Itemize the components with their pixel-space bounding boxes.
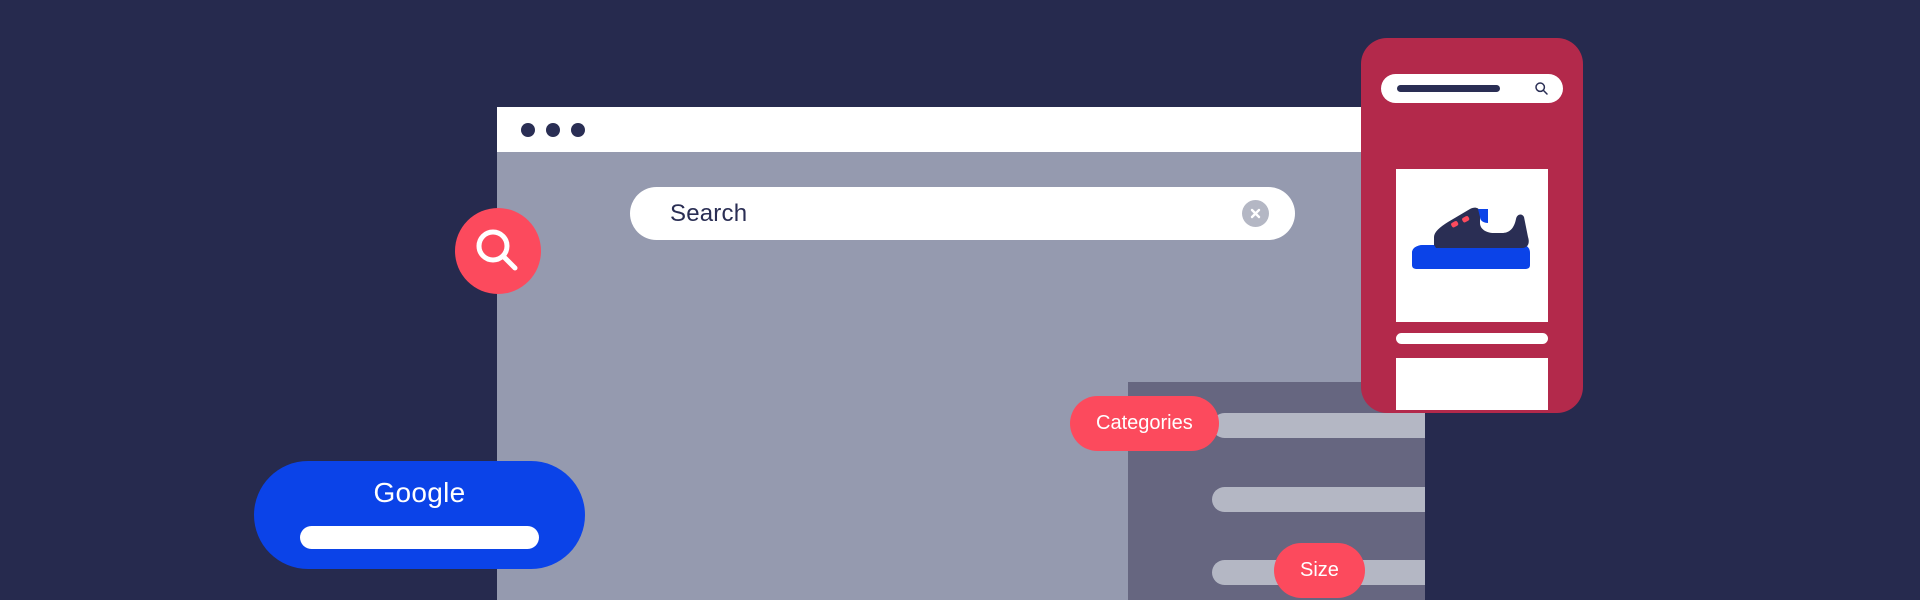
search-input-placeholder: Search — [670, 200, 748, 227]
window-controls[interactable] — [521, 123, 585, 137]
filter-row-size: Size — [1128, 543, 1425, 600]
window-minimize-dot-icon[interactable] — [546, 123, 560, 137]
sneaker-icon — [1412, 207, 1530, 269]
filter-pill-categories[interactable]: Categories — [1070, 396, 1219, 451]
clear-search-button[interactable] — [1242, 200, 1269, 227]
window-close-dot-icon[interactable] — [521, 123, 535, 137]
filter-panel: Categories Location Size — [1070, 382, 1425, 600]
illustration-canvas: Search Categories Location — [0, 0, 1920, 600]
mobile-search-value-placeholder — [1397, 85, 1500, 92]
search-input[interactable]: Search — [630, 187, 1295, 240]
mobile-content-block[interactable] — [1396, 358, 1548, 410]
mobile-search-input[interactable] — [1381, 74, 1563, 103]
search-icon — [476, 229, 518, 271]
mobile-preview-card — [1361, 38, 1583, 413]
filter-track-location[interactable] — [1212, 487, 1425, 512]
browser-titlebar — [497, 107, 1425, 152]
window-maximize-dot-icon[interactable] — [571, 123, 585, 137]
mobile-search-icon[interactable] — [1534, 81, 1549, 96]
google-search-card[interactable]: Google — [254, 461, 585, 569]
filter-pill-size[interactable]: Size — [1274, 543, 1365, 598]
filter-track-categories[interactable] — [1212, 413, 1425, 438]
mobile-product-image[interactable] — [1396, 169, 1548, 322]
google-card-title: Google — [373, 477, 466, 508]
google-card-input[interactable] — [300, 526, 539, 549]
search-action-button[interactable] — [455, 208, 541, 294]
browser-window: Search Categories Location — [497, 107, 1425, 600]
filter-row-location: Location — [1128, 470, 1425, 528]
mobile-content-bar — [1396, 333, 1548, 344]
